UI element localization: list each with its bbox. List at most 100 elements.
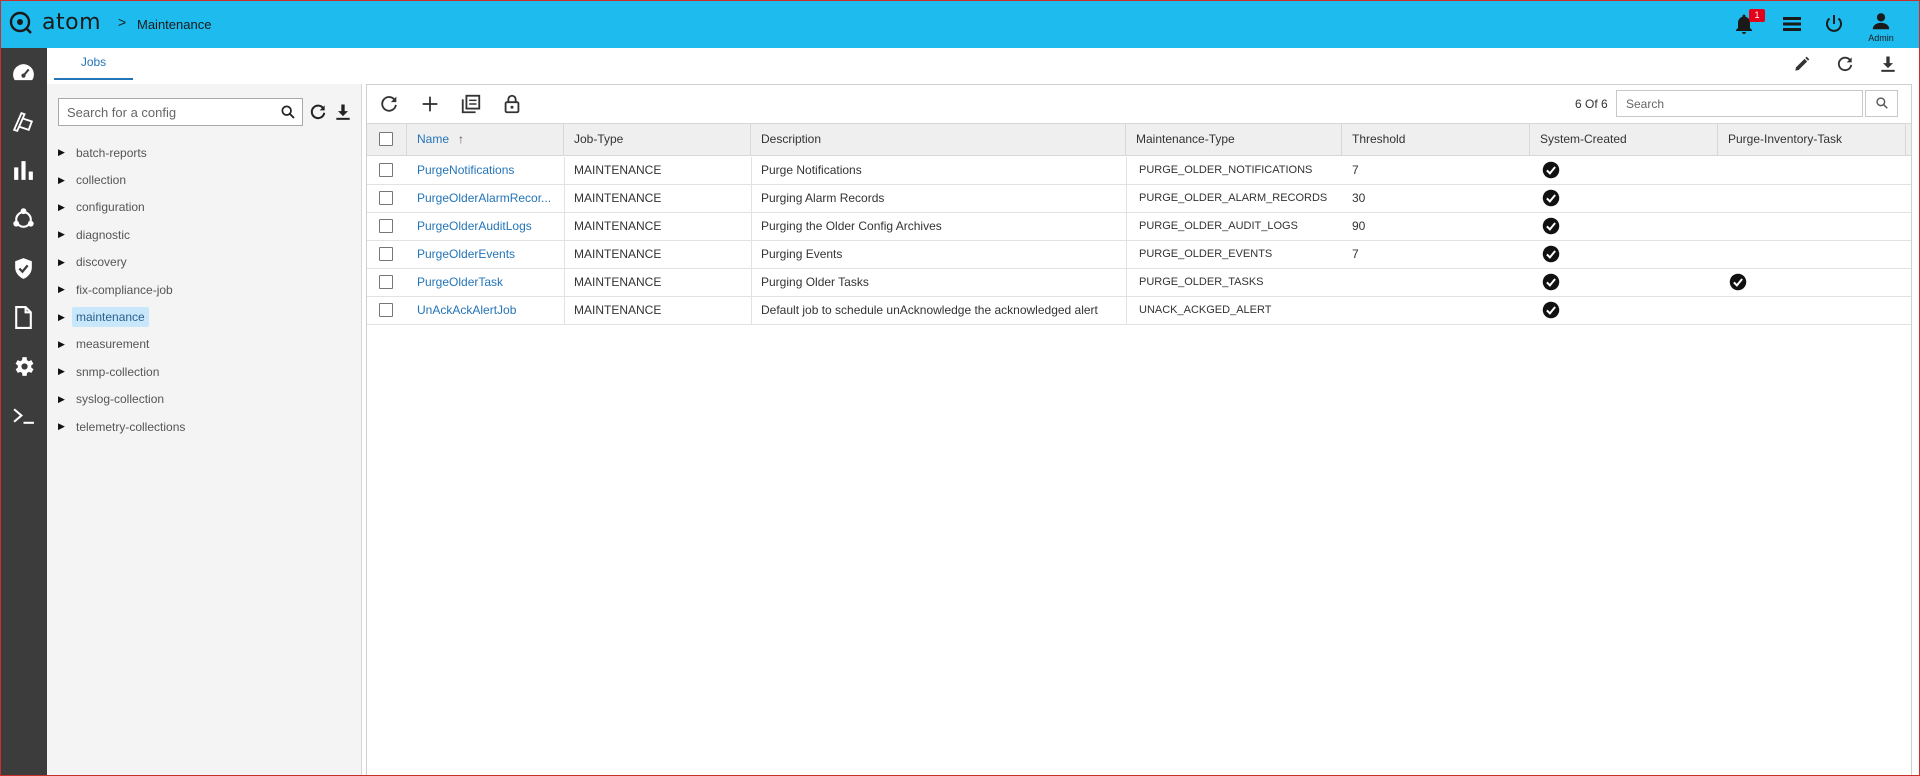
expand-arrow-icon[interactable]: ▶ — [58, 202, 72, 213]
user-menu[interactable]: Admin — [1866, 10, 1896, 43]
column-divider — [751, 241, 752, 268]
breadcrumb-separator: > — [118, 14, 127, 30]
expand-arrow-icon[interactable]: ▶ — [58, 421, 72, 432]
config-refresh-icon[interactable] — [308, 102, 328, 122]
refresh-icon[interactable] — [1835, 54, 1855, 74]
column-divider — [751, 185, 752, 212]
job-name-link[interactable]: UnAckAckAlertJob — [417, 297, 557, 324]
topology-icon[interactable] — [11, 207, 36, 232]
list-icon[interactable] — [1780, 12, 1804, 36]
description-cell: Purging the Older Config Archives — [761, 219, 942, 233]
column-divider — [564, 213, 565, 240]
column-header-description[interactable]: Description — [751, 124, 1126, 155]
threshold-cell: 7 — [1352, 247, 1359, 261]
column-divider — [564, 185, 565, 212]
power-icon[interactable] — [1822, 12, 1846, 36]
column-header-job-type[interactable]: Job-Type — [564, 124, 751, 155]
terminal-icon[interactable] — [11, 403, 36, 428]
job-name-link[interactable]: PurgeOlderAlarmRecor... — [417, 185, 557, 212]
tree-item-label: syslog-collection — [76, 392, 165, 407]
table-row[interactable]: PurgeNotifications MAINTENANCE Purge Notif… — [367, 157, 1911, 185]
table-row[interactable]: UnAckAckAlertJob MAINTENANCE Default job t… — [367, 297, 1911, 325]
gear-icon[interactable] — [11, 354, 36, 379]
row-checkbox[interactable] — [379, 303, 393, 317]
column-header-purge-inventory-task[interactable]: Purge-Inventory-Task — [1718, 124, 1906, 155]
edit-icon[interactable] — [1792, 54, 1812, 74]
threshold-cell — [1352, 269, 1522, 296]
description-cell: Default job to schedule unAcknowledge th… — [761, 303, 1098, 317]
record-count: 6 Of 6 — [1575, 97, 1608, 111]
shield-check-icon[interactable] — [11, 256, 36, 281]
dashboard-icon[interactable] — [11, 60, 36, 85]
expand-arrow-icon[interactable]: ▶ — [58, 284, 72, 295]
expand-arrow-icon[interactable]: ▶ — [58, 175, 72, 186]
tab-jobs[interactable]: Jobs — [54, 48, 133, 80]
expand-arrow-icon[interactable]: ▶ — [58, 312, 72, 323]
tree-item-configuration[interactable]: ▶ configuration — [58, 194, 189, 221]
expand-arrow-icon[interactable]: ▶ — [58, 339, 72, 350]
row-checkbox[interactable] — [379, 219, 393, 233]
row-checkbox[interactable] — [379, 275, 393, 289]
row-checkbox[interactable] — [379, 191, 393, 205]
tree-item-snmp-collection[interactable]: ▶ snmp-collection — [58, 358, 189, 385]
column-header-name[interactable]: Name ↑ — [407, 124, 564, 155]
app-logo[interactable]: atom — [8, 10, 101, 36]
job-name-link[interactable]: PurgeOlderAuditLogs — [417, 213, 557, 240]
copy-icon[interactable] — [460, 93, 482, 115]
expand-arrow-icon[interactable]: ▶ — [58, 394, 72, 405]
grid-refresh-icon[interactable] — [378, 93, 400, 115]
table-row[interactable]: PurgeOlderAuditLogs MAINTENANCE Purging th… — [367, 213, 1911, 241]
app-name: atom — [42, 10, 101, 35]
tree-item-collection[interactable]: ▶ collection — [58, 166, 189, 193]
tree-item-fix-compliance-job[interactable]: ▶ fix-compliance-job — [58, 276, 189, 303]
row-checkbox[interactable] — [379, 247, 393, 261]
column-header-system-created[interactable]: System-Created — [1530, 124, 1718, 155]
config-tree: ▶ batch-reports ▶ collection ▶ configuratio… — [58, 139, 189, 440]
table-row[interactable]: PurgeOlderEvents MAINTENANCE Purging Event… — [367, 241, 1911, 269]
config-search-input[interactable] — [59, 99, 269, 125]
expand-arrow-icon[interactable]: ▶ — [58, 366, 72, 377]
user-icon — [1872, 13, 1890, 30]
description-cell: Purging Alarm Records — [761, 191, 885, 205]
tree-item-label: discovery — [76, 255, 127, 270]
grid-search-input[interactable] — [1617, 91, 1817, 116]
tree-item-measurement[interactable]: ▶ measurement — [58, 331, 189, 358]
tree-item-discovery[interactable]: ▶ discovery — [58, 249, 189, 276]
download-icon[interactable] — [1878, 54, 1898, 74]
expand-arrow-icon[interactable]: ▶ — [58, 229, 72, 240]
column-header-label: Description — [761, 132, 822, 146]
sort-ascending-icon[interactable]: ↑ — [458, 124, 464, 155]
column-header-threshold[interactable]: Threshold — [1342, 124, 1530, 155]
search-icon[interactable] — [280, 104, 296, 120]
job-name-link[interactable]: PurgeOlderEvents — [417, 241, 557, 268]
system-created-check-icon — [1542, 273, 1560, 291]
tree-item-diagnostic[interactable]: ▶ diagnostic — [58, 221, 189, 248]
tree-item-syslog-collection[interactable]: ▶ syslog-collection — [58, 386, 189, 413]
config-download-icon[interactable] — [333, 102, 353, 122]
job-type-cell: MAINTENANCE — [574, 219, 662, 233]
tree-item-maintenance[interactable]: ▶ maintenance — [58, 303, 189, 330]
job-name-link[interactable]: PurgeOlderTask — [417, 269, 557, 296]
expand-arrow-icon[interactable]: ▶ — [58, 257, 72, 268]
row-checkbox[interactable] — [379, 163, 393, 177]
document-icon[interactable] — [11, 305, 36, 330]
add-icon[interactable] — [419, 93, 441, 115]
lock-icon[interactable] — [501, 93, 523, 115]
expand-arrow-icon[interactable]: ▶ — [58, 147, 72, 158]
top-bar: atom > Maintenance 1 Admin — [0, 0, 1920, 48]
job-name-link[interactable]: PurgeNotifications — [417, 157, 557, 184]
grid-search-button[interactable] — [1865, 90, 1898, 117]
column-header-maintenance-type[interactable]: Maintenance-Type — [1126, 124, 1342, 155]
devices-icon[interactable] — [11, 109, 36, 134]
table-row[interactable]: PurgeOlderTask MAINTENANCE Purging Older T… — [367, 269, 1911, 297]
threshold-cell: 30 — [1352, 191, 1366, 205]
select-all-checkbox[interactable] — [379, 132, 393, 146]
column-divider — [1126, 269, 1127, 296]
tree-item-label: configuration — [76, 200, 145, 215]
bar-chart-icon[interactable] — [11, 158, 36, 183]
table-row[interactable]: PurgeOlderAlarmRecor... MAINTENANCE Purgin… — [367, 185, 1911, 213]
tree-item-batch-reports[interactable]: ▶ batch-reports — [58, 139, 189, 166]
atom-logo-icon — [9, 11, 32, 34]
tree-item-telemetry-collections[interactable]: ▶ telemetry-collections — [58, 413, 189, 440]
column-divider — [564, 269, 565, 296]
